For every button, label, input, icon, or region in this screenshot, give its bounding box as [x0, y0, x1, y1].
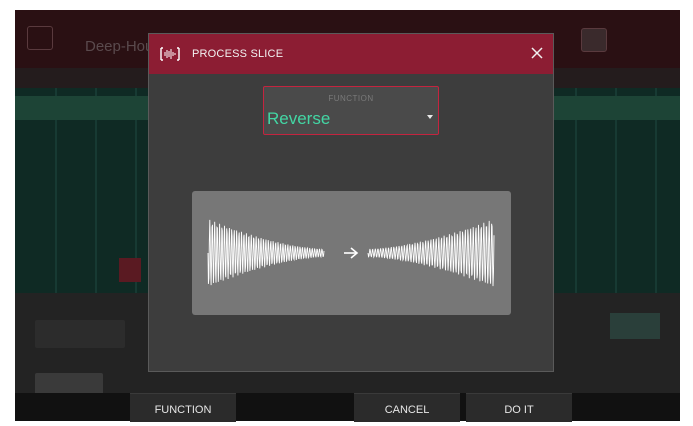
background-search-icon — [581, 28, 607, 52]
process-slice-dialog: PROCESS SLICE FUNCTION Reverse — [148, 33, 554, 372]
do-it-button[interactable]: DO IT — [466, 393, 572, 422]
function-select[interactable]: FUNCTION Reverse — [263, 86, 439, 135]
close-icon[interactable] — [527, 43, 547, 63]
background-button — [610, 313, 660, 339]
background-gear-icon — [629, 28, 653, 50]
function-select-label: FUNCTION — [328, 94, 374, 103]
background-marker — [119, 258, 141, 282]
dropdown-caret-icon — [427, 115, 433, 119]
reversed-waveform — [367, 220, 495, 287]
arrow-right-icon — [344, 247, 359, 259]
dialog-title: PROCESS SLICE — [192, 48, 284, 60]
process-slice-icon — [160, 47, 180, 61]
background-icon — [27, 26, 53, 50]
dialog-header: PROCESS SLICE — [149, 34, 553, 74]
bottom-bar — [15, 393, 680, 421]
cancel-button[interactable]: CANCEL — [354, 393, 460, 422]
function-select-value: Reverse — [267, 109, 331, 128]
original-waveform — [207, 219, 325, 286]
function-button[interactable]: FUNCTION — [130, 393, 236, 422]
reverse-preview-image — [192, 191, 511, 315]
